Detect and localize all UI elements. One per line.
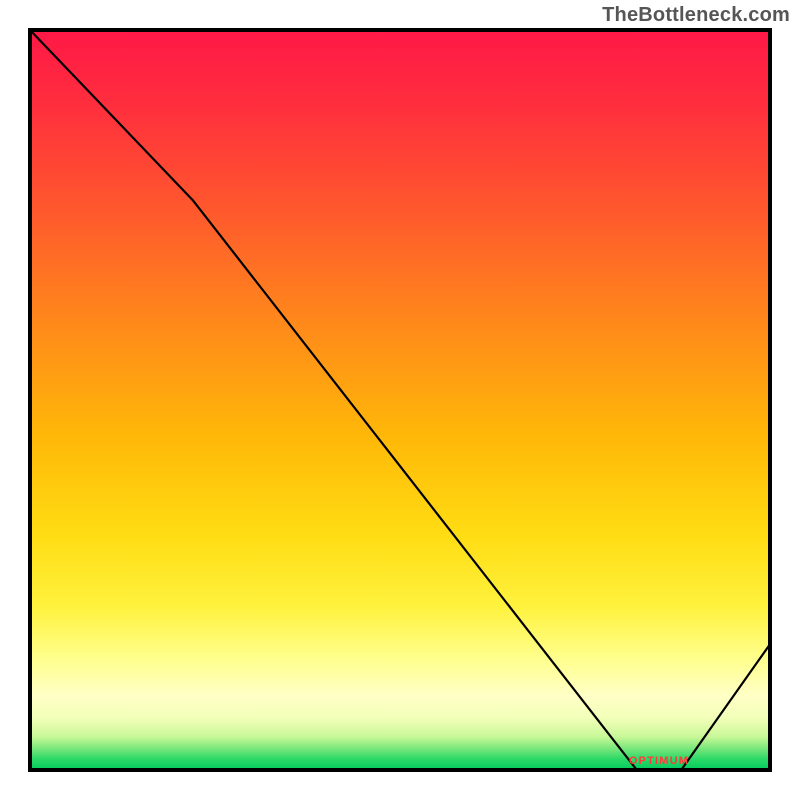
optimum-annotation: OPTIMUM <box>629 755 689 767</box>
attribution-label: TheBottleneck.com <box>602 4 790 27</box>
chart-container: TheBottleneck.com <box>0 0 800 800</box>
bottleneck-chart: OPTIMUM <box>0 0 800 800</box>
chart-background <box>30 30 770 770</box>
